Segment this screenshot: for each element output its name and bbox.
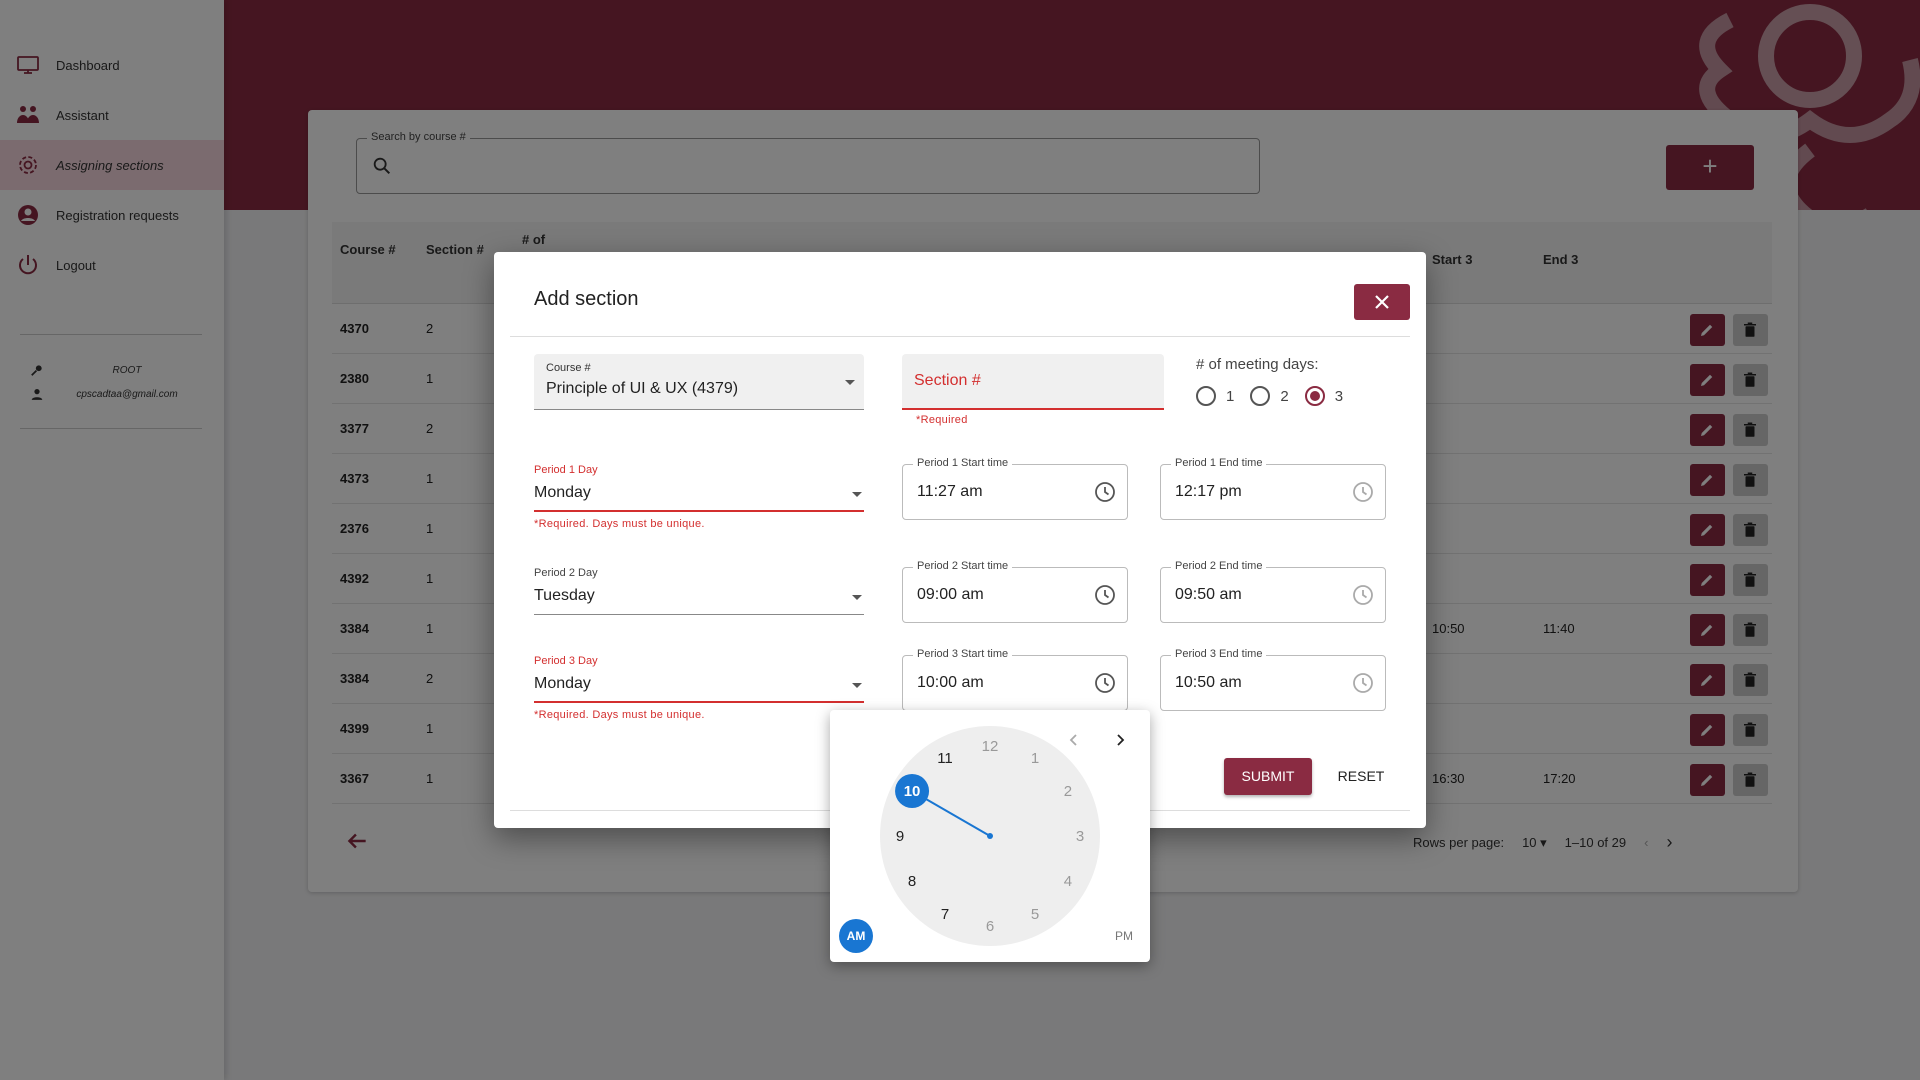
clock-number-4[interactable]: 4 [1064, 873, 1072, 890]
course-label: Course # [546, 362, 591, 374]
period-3-day-value: Monday [534, 675, 591, 692]
section-placeholder: Section # [914, 372, 981, 389]
period-1-end-value: 12:17 pm [1175, 483, 1242, 500]
clock-number-9[interactable]: 9 [896, 828, 904, 845]
clock-icon[interactable] [1093, 583, 1117, 607]
time-picker-popover: 12 1 2 3 4 5 6 7 8 9 10 11 AM PM [830, 710, 1150, 962]
period-3-start-label: Period 3 Start time [913, 648, 1013, 660]
clock-number-11[interactable]: 11 [937, 750, 953, 767]
period-2-start-label: Period 2 Start time [913, 560, 1013, 572]
period-3-end-value: 10:50 am [1175, 674, 1242, 691]
dialog-title: Add section [534, 288, 639, 310]
clock-icon[interactable] [1351, 480, 1375, 504]
pm-label[interactable]: PM [1115, 929, 1133, 943]
clock-number-5[interactable]: 5 [1031, 906, 1039, 923]
radio-1[interactable] [1196, 386, 1216, 406]
chevron-down-icon [852, 683, 862, 688]
course-select[interactable]: Course # Principle of UI & UX (4379) [534, 354, 864, 410]
period-1-day-error: *Required. Days must be unique. [534, 518, 705, 530]
clock-face[interactable]: 121234567891011AM PM [830, 710, 1150, 962]
submit-button[interactable]: SUBMIT [1224, 758, 1312, 795]
period-1-start-time[interactable]: Period 1 Start time 11:27 am [902, 457, 1128, 520]
course-value: Principle of UI & UX (4379) [546, 380, 739, 397]
clock-center [987, 833, 993, 839]
period-2-day-label: Period 2 Day [534, 567, 598, 579]
radio-2-label: 2 [1280, 387, 1289, 405]
reset-button[interactable]: RESET [1326, 758, 1396, 795]
meeting-days-radio-group: 1 2 3 [1196, 386, 1359, 406]
clock-number-10[interactable]: 10 [904, 783, 921, 800]
period-2-end-value: 09:50 am [1175, 586, 1242, 603]
radio-1-label: 1 [1226, 387, 1235, 405]
period-2-start-time[interactable]: Period 2 Start time 09:00 am [902, 560, 1128, 623]
clock-number-7[interactable]: 7 [941, 906, 949, 923]
meeting-days-label: # of meeting days: [1196, 356, 1319, 373]
clock-icon[interactable] [1093, 480, 1117, 504]
period-1-end-time[interactable]: Period 1 End time 12:17 pm [1160, 457, 1386, 520]
radio-2[interactable] [1250, 386, 1271, 406]
period-3-end-label: Period 3 End time [1171, 648, 1267, 660]
period-1-end-label: Period 1 End time [1171, 457, 1267, 469]
period-1-day-select[interactable]: Period 1 Day Monday [534, 458, 864, 512]
clock-number-1[interactable]: 1 [1031, 750, 1039, 767]
chevron-down-icon [852, 492, 862, 497]
period-3-day-error: *Required. Days must be unique. [534, 709, 705, 721]
period-3-start-time[interactable]: Period 3 Start time 10:00 am [902, 648, 1128, 711]
clock-icon[interactable] [1351, 583, 1375, 607]
period-3-start-value: 10:00 am [917, 674, 984, 691]
period-2-end-time[interactable]: Period 2 End time 09:50 am [1160, 560, 1386, 623]
period-2-day-select[interactable]: Period 2 Day Tuesday [534, 561, 864, 615]
section-error: *Required [916, 414, 968, 426]
period-1-start-value: 11:27 am [917, 483, 983, 500]
section-input[interactable]: Section # [902, 354, 1164, 410]
period-2-day-value: Tuesday [534, 587, 595, 604]
clock-number-12[interactable]: 12 [982, 738, 999, 755]
chevron-down-icon [852, 595, 862, 600]
clock-number-8[interactable]: 8 [908, 873, 916, 890]
period-3-end-time[interactable]: Period 3 End time 10:50 am [1160, 648, 1386, 711]
am-label[interactable]: AM [847, 929, 866, 943]
period-2-start-value: 09:00 am [917, 586, 984, 603]
dialog-divider [510, 336, 1410, 337]
radio-3-label: 3 [1334, 387, 1344, 405]
radio-3[interactable] [1304, 386, 1325, 406]
clock-icon[interactable] [1351, 671, 1375, 695]
clock-number-6[interactable]: 6 [986, 918, 994, 935]
close-icon [1375, 295, 1389, 309]
period-1-day-value: Monday [534, 484, 591, 501]
period-3-day-select[interactable]: Period 3 Day Monday [534, 649, 864, 703]
chevron-down-icon [845, 380, 855, 385]
period-1-day-label: Period 1 Day [534, 464, 598, 476]
period-2-end-label: Period 2 End time [1171, 560, 1267, 572]
close-dialog-button[interactable] [1354, 284, 1410, 320]
clock-number-2[interactable]: 2 [1064, 783, 1072, 800]
period-3-day-label: Period 3 Day [534, 655, 598, 667]
period-1-start-label: Period 1 Start time [913, 457, 1013, 469]
clock-number-3[interactable]: 3 [1076, 828, 1084, 845]
clock-icon[interactable] [1093, 671, 1117, 695]
